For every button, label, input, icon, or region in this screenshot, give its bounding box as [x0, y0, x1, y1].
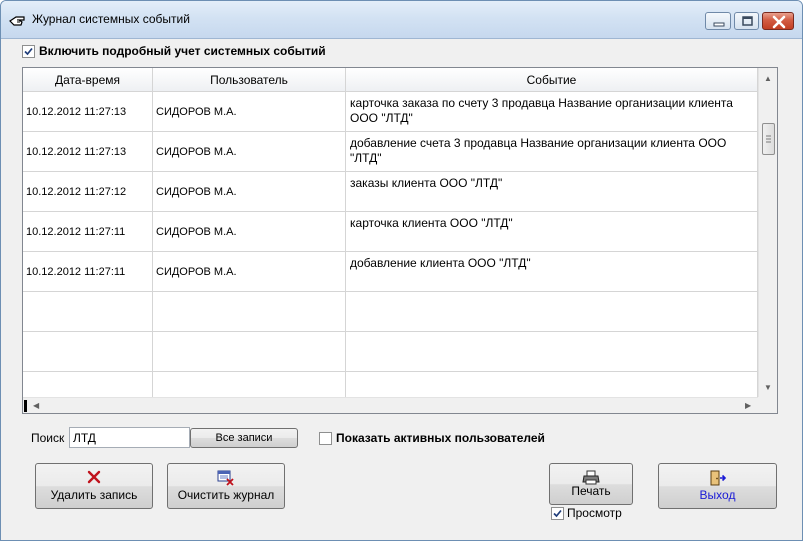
user-cell: СИДОРОВ М.А. [153, 252, 346, 292]
checkmark-icon [553, 509, 562, 518]
event-cell [346, 292, 758, 332]
clear-log-icon [217, 470, 235, 489]
user-cell: СИДОРОВ М.А. [153, 92, 346, 132]
datetime-cell: 10.12.2012 11:27:13 [23, 92, 153, 132]
close-icon [772, 15, 786, 29]
scroll-down-arrow-icon[interactable]: ▼ [764, 383, 772, 393]
delete-record-label: Удалить запись [50, 488, 138, 502]
red-x-icon [87, 470, 101, 487]
maximize-icon [742, 16, 753, 26]
scroll-left-arrow-icon[interactable]: ◀ [33, 401, 39, 411]
table-row[interactable]: 10.12.2012 11:27:12 СИДОРОВ М.А. заказы … [23, 172, 758, 212]
column-header-user[interactable]: Пользователь [153, 68, 346, 92]
table-row[interactable]: 10.12.2012 11:27:11 СИДОРОВ М.А. добавле… [23, 252, 758, 292]
user-cell: СИДОРОВ М.А. [153, 132, 346, 172]
title-bar[interactable]: Журнал системных событий [1, 1, 802, 39]
detailed-log-label: Включить подробный учет системных событи… [39, 44, 326, 58]
events-table: Дата-время Пользователь Событие 10.12.20… [22, 67, 778, 414]
event-cell [346, 372, 758, 397]
preview-label: Просмотр [567, 506, 622, 520]
print-button[interactable]: Печать [549, 463, 633, 505]
hand-pointer-icon [9, 12, 27, 28]
column-header-datetime[interactable]: Дата-время [23, 68, 153, 92]
user-cell: СИДОРОВ М.А. [153, 172, 346, 212]
exit-door-icon [709, 470, 727, 489]
table-row[interactable] [23, 292, 758, 332]
event-cell: заказы клиента ООО "ЛТД" [346, 172, 758, 212]
event-cell: карточка клиента ООО "ЛТД" [346, 212, 758, 252]
user-cell [153, 292, 346, 332]
horizontal-scroll-thumb[interactable] [24, 400, 27, 412]
datetime-cell: 10.12.2012 11:27:12 [23, 172, 153, 212]
user-cell [153, 372, 346, 397]
column-header-event[interactable]: Событие [346, 68, 758, 92]
datetime-cell: 10.12.2012 11:27:11 [23, 252, 153, 292]
scroll-up-arrow-icon[interactable]: ▲ [764, 74, 772, 84]
table-row[interactable]: 10.12.2012 11:27:11 СИДОРОВ М.А. карточк… [23, 212, 758, 252]
vertical-scrollbar[interactable]: ▲ ▼ [758, 68, 777, 397]
datetime-cell [23, 292, 153, 332]
event-cell: добавление клиента ООО "ЛТД" [346, 252, 758, 292]
datetime-cell [23, 332, 153, 372]
search-label: Поиск [31, 431, 65, 445]
grip-icon [766, 135, 771, 143]
table-header: Дата-время Пользователь Событие [23, 68, 758, 92]
horizontal-scrollbar[interactable]: ◀ ▶ [23, 397, 758, 413]
event-cell [346, 332, 758, 372]
minimize-button[interactable] [705, 12, 731, 30]
table-row[interactable] [23, 332, 758, 372]
show-active-users-label: Показать активных пользователей [336, 431, 545, 445]
clear-log-button[interactable]: Очистить журнал [167, 463, 285, 509]
datetime-cell: 10.12.2012 11:27:13 [23, 132, 153, 172]
vertical-scroll-thumb[interactable] [762, 123, 775, 155]
print-label: Печать [571, 484, 611, 498]
table-row[interactable]: 10.12.2012 11:27:13 СИДОРОВ М.А. добавле… [23, 132, 758, 172]
search-input[interactable] [69, 427, 190, 448]
event-cell: карточка заказа по счету 3 продавца Назв… [346, 92, 758, 132]
detailed-log-checkbox[interactable] [22, 45, 35, 58]
window-title: Журнал системных событий [32, 12, 190, 26]
show-active-users-checkbox[interactable] [319, 432, 332, 445]
datetime-cell: 10.12.2012 11:27:11 [23, 212, 153, 252]
table-body: 10.12.2012 11:27:13 СИДОРОВ М.А. карточк… [23, 92, 758, 397]
delete-record-button[interactable]: Удалить запись [35, 463, 153, 509]
minimize-icon [713, 22, 725, 27]
user-cell: СИДОРОВ М.А. [153, 212, 346, 252]
user-cell [153, 332, 346, 372]
preview-checkbox[interactable] [551, 507, 564, 520]
datetime-cell [23, 372, 153, 397]
event-log-window: Журнал системных событий Включить подроб… [0, 0, 803, 541]
scrollbar-corner [758, 397, 777, 413]
all-records-button[interactable]: Все записи [190, 428, 298, 448]
maximize-button[interactable] [734, 12, 759, 30]
table-row[interactable]: 10.12.2012 11:27:13 СИДОРОВ М.А. карточк… [23, 92, 758, 132]
exit-label: Выход [699, 488, 736, 502]
checkmark-icon [24, 47, 33, 56]
exit-button[interactable]: Выход [658, 463, 777, 509]
close-button[interactable] [762, 12, 794, 30]
scroll-right-arrow-icon[interactable]: ▶ [745, 401, 751, 411]
clear-log-label: Очистить журнал [177, 488, 275, 502]
event-cell: добавление счета 3 продавца Название орг… [346, 132, 758, 172]
table-row[interactable] [23, 372, 758, 397]
